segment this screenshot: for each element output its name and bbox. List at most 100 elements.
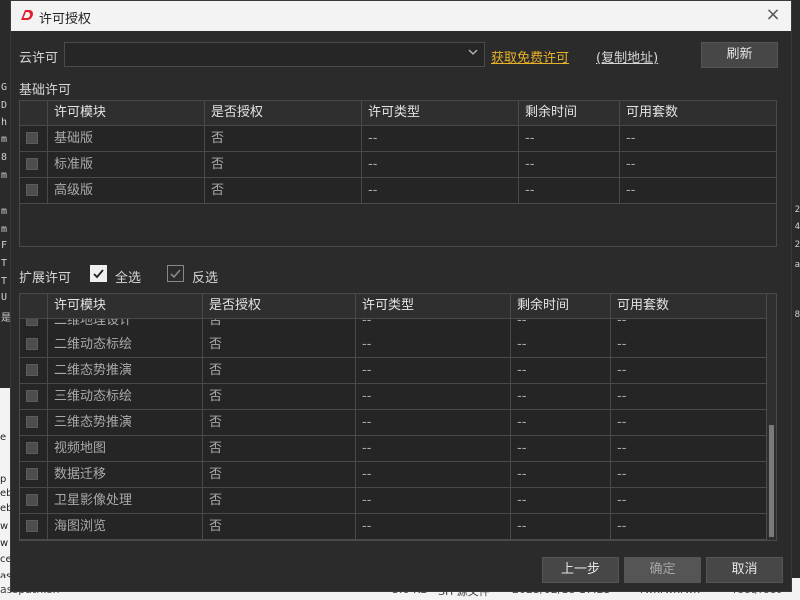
row-checkbox[interactable]: [26, 184, 38, 196]
auth-cell: 否: [203, 488, 356, 513]
row-checkbox[interactable]: [26, 494, 38, 506]
remain-cell: --: [519, 178, 620, 203]
extended-table-scrollbar[interactable]: [766, 294, 776, 540]
bg-char: m: [1, 224, 8, 235]
column-header: 许可类型: [356, 294, 511, 318]
remain-cell: --: [511, 410, 611, 435]
bg-char: a: [794, 260, 800, 270]
copy-address-link[interactable]: (复制地址): [596, 47, 658, 66]
row-checkbox-cell: [20, 410, 48, 435]
auth-cell: 否: [203, 384, 356, 409]
count-cell: --: [617, 467, 627, 482]
count-cell: --: [617, 389, 627, 404]
type-cell: --: [356, 332, 511, 357]
auth-cell: 否: [205, 178, 362, 203]
row-checkbox[interactable]: [26, 520, 38, 532]
auth-cell: 否: [203, 358, 356, 383]
table-row[interactable]: 海图浏览 否 -- -- --: [20, 514, 776, 540]
module-cell: 二维态势推演: [48, 358, 203, 383]
confirm-button[interactable]: 确定: [624, 557, 701, 583]
bg-char: p: [0, 474, 7, 485]
invert-selection-checkbox[interactable]: [167, 265, 184, 282]
module-cell: 数据迁移: [48, 462, 203, 487]
cloud-license-label: 云许可: [19, 51, 59, 66]
row-checkbox-cell: [20, 126, 48, 151]
auth-cell: 否: [203, 514, 356, 539]
type-cell: --: [362, 152, 519, 177]
bg-char: w: [0, 538, 9, 549]
license-dialog: 许可授权 × 云许可 获取免费许可 (复制地址) 刷新 基础许可 许可模块 是否…: [10, 0, 792, 592]
bg-char: D: [1, 100, 8, 111]
column-header: 可用套数: [626, 105, 679, 120]
module-cell: 卫星影像处理: [48, 488, 203, 513]
scrollbar-thumb[interactable]: [769, 425, 774, 537]
bg-char: m: [1, 206, 8, 217]
row-checkbox-cell: [20, 384, 48, 409]
refresh-button[interactable]: 刷新: [701, 42, 778, 68]
invert-selection-label[interactable]: 反选: [192, 267, 218, 286]
module-cell: 标准版: [48, 152, 205, 177]
column-header: 是否授权: [205, 101, 362, 125]
table-row[interactable]: 三维态势推演 否 -- -- --: [20, 410, 776, 436]
table-row[interactable]: 标准版 否 -- -- --: [20, 152, 776, 178]
bg-char: e: [0, 432, 7, 443]
app-logo-icon: [19, 7, 35, 23]
previous-step-button[interactable]: 上一步: [542, 557, 619, 583]
row-checkbox[interactable]: [26, 132, 38, 144]
cancel-button[interactable]: 取消: [706, 557, 783, 583]
row-checkbox[interactable]: [26, 468, 38, 480]
row-checkbox[interactable]: [26, 416, 38, 428]
bg-char: U: [1, 292, 8, 303]
column-header: 可用套数: [617, 298, 670, 313]
bg-char: 2: [794, 240, 800, 250]
remain-cell: --: [511, 384, 611, 409]
cloud-license-select[interactable]: [64, 42, 485, 67]
remain-cell: --: [511, 332, 611, 357]
basic-table-header: 许可模块 是否授权 许可类型 剩余时间 可用套数: [20, 101, 776, 126]
title-bar[interactable]: 许可授权 ×: [11, 1, 791, 31]
table-row[interactable]: 三维动态标绘 否 -- -- --: [20, 384, 776, 410]
table-row[interactable]: 卫星影像处理 否 -- -- --: [20, 488, 776, 514]
bg-char: m: [1, 134, 8, 145]
row-checkbox[interactable]: [26, 390, 38, 402]
table-row[interactable]: 高级版 否 -- -- --: [20, 178, 776, 204]
row-checkbox-cell: [20, 462, 48, 487]
table-row[interactable]: 数据迁移 否 -- -- --: [20, 462, 776, 488]
header-checkbox-col: [20, 294, 48, 318]
table-row[interactable]: 基础版 否 -- -- --: [20, 126, 776, 152]
select-all-checkbox[interactable]: [90, 265, 107, 282]
row-checkbox-cell: [20, 436, 48, 461]
bg-char: F: [1, 240, 8, 251]
remain-cell: --: [511, 514, 611, 539]
row-checkbox-cell: [20, 488, 48, 513]
get-free-license-link[interactable]: 获取免费许可: [491, 47, 569, 66]
column-header: 许可模块: [48, 101, 205, 125]
auth-cell: 否: [203, 332, 356, 357]
select-all-label[interactable]: 全选: [115, 267, 141, 286]
count-cell: --: [626, 183, 636, 198]
count-cell: --: [626, 157, 636, 172]
extended-license-table: 许可模块 是否授权 许可类型 剩余时间 可用套数 二维地理设计 否 -- -- …: [19, 293, 777, 541]
row-checkbox[interactable]: [26, 364, 38, 376]
row-checkbox-cell: [20, 332, 48, 357]
background-file-list: e p eb eb w w ce as: [0, 388, 13, 600]
type-cell: --: [356, 358, 511, 383]
bg-char: T: [1, 276, 8, 287]
row-checkbox[interactable]: [26, 338, 38, 350]
close-icon[interactable]: ×: [763, 5, 783, 25]
type-cell: --: [356, 436, 511, 461]
chevron-down-icon[interactable]: [468, 47, 478, 60]
table-row[interactable]: 二维态势推演 否 -- -- --: [20, 358, 776, 384]
row-checkbox-cell: [20, 358, 48, 383]
row-checkbox[interactable]: [26, 442, 38, 454]
type-cell: --: [356, 410, 511, 435]
table-row[interactable]: 二维动态标绘 否 -- -- --: [20, 332, 776, 358]
bg-char: T: [1, 258, 8, 269]
bg-char: h: [1, 117, 8, 128]
bg-char: 8: [1, 152, 8, 163]
checkmark-icon: [93, 269, 104, 279]
count-cell: --: [626, 131, 636, 146]
table-row[interactable]: 视频地图 否 -- -- --: [20, 436, 776, 462]
row-checkbox[interactable]: [26, 158, 38, 170]
remain-cell: --: [511, 436, 611, 461]
